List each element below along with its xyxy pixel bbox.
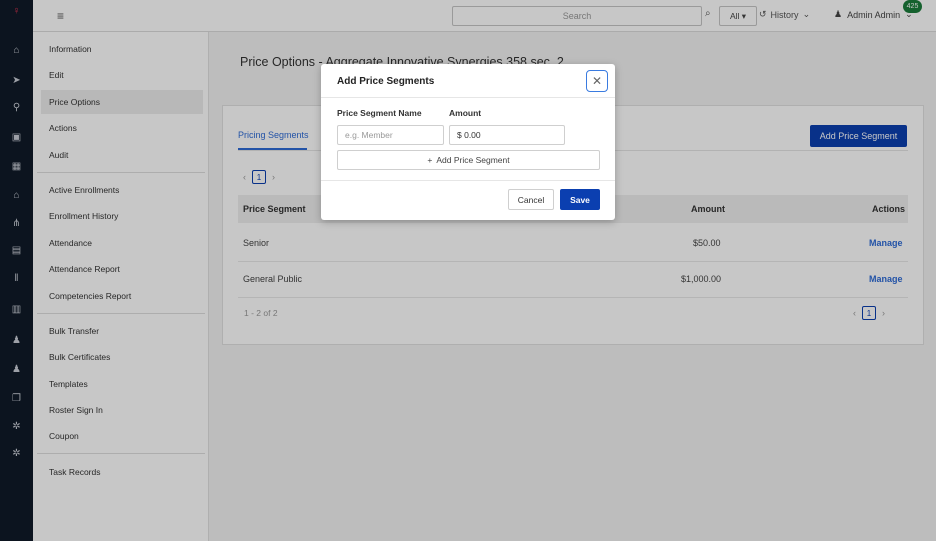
- dialog-divider: [321, 180, 615, 181]
- amount-input[interactable]: $ 0.00: [449, 125, 565, 145]
- dialog-divider: [321, 97, 615, 98]
- add-segment-row-button[interactable]: + Add Price Segment: [337, 150, 600, 170]
- segment-name-input[interactable]: e.g. Member: [337, 125, 444, 145]
- cancel-button[interactable]: Cancel: [508, 189, 554, 210]
- segment-name-label: Price Segment Name: [337, 108, 422, 118]
- close-icon[interactable]: ✕: [586, 70, 608, 92]
- amount-label: Amount: [449, 108, 482, 118]
- dialog-title: Add Price Segments: [337, 76, 435, 87]
- add-price-segments-dialog: Add Price Segments ✕ Price Segment Name …: [321, 64, 615, 220]
- save-button[interactable]: Save: [560, 189, 600, 210]
- plus-icon: +: [427, 155, 433, 165]
- add-row-label: Add Price Segment: [436, 155, 510, 165]
